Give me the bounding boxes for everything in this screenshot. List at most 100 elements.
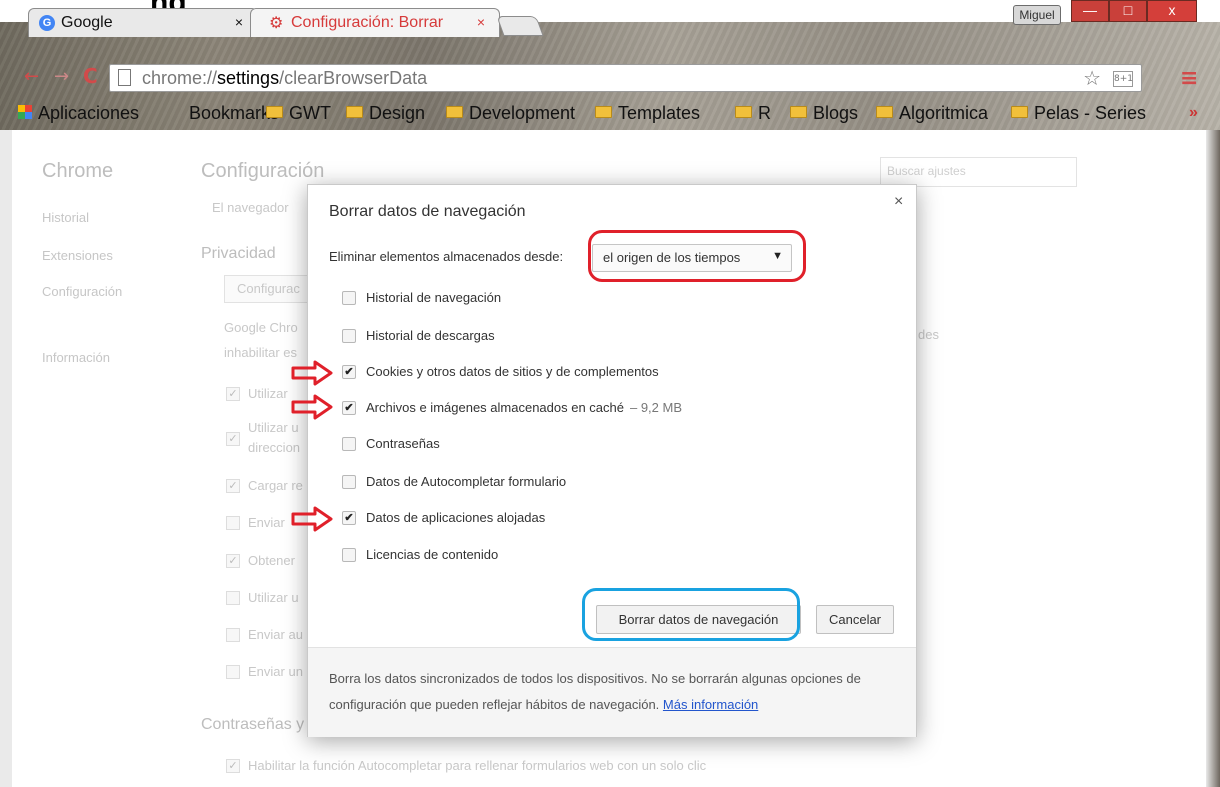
tab-close-icon[interactable]: × — [235, 14, 243, 30]
bookmark-folder-pelas-series[interactable]: Pelas - Series — [1011, 103, 1146, 124]
close-window-button[interactable]: x — [1147, 0, 1197, 22]
annotation-arrow-icon — [291, 506, 333, 532]
google-favicon-icon: G — [39, 15, 55, 31]
option-label: Historial de descargas — [366, 328, 495, 343]
setting-label: Enviar un — [248, 664, 303, 679]
bookmark-label: R — [758, 103, 771, 123]
tab-title: Google — [61, 14, 113, 31]
privacy-text-tail: des — [918, 327, 939, 342]
extension-icon[interactable]: 8+1 — [1113, 71, 1133, 87]
bookmark-aplicaciones[interactable]: Aplicaciones — [18, 103, 139, 124]
folder-icon — [446, 106, 463, 118]
option-label: Cookies y otros datos de sitios y de com… — [366, 364, 659, 379]
setting-label: Cargar re — [248, 478, 303, 493]
setting-checkbox[interactable]: ✓ — [226, 759, 240, 773]
checkbox[interactable] — [342, 291, 356, 305]
window-left-edge — [0, 130, 12, 787]
sidebar-title: Chrome — [42, 160, 114, 182]
back-arrow-icon[interactable]: ← — [24, 66, 39, 87]
setting-checkbox[interactable] — [226, 591, 240, 605]
folder-icon — [595, 106, 612, 118]
menu-icon[interactable]: ≡ — [1180, 66, 1198, 91]
url-text[interactable]: chrome://settings/clearBrowserData — [142, 68, 427, 89]
privacy-text-1: Google Chro — [224, 320, 298, 335]
sidebar-item-historial[interactable]: Historial — [42, 210, 89, 225]
annotation-arrow-icon — [291, 360, 333, 386]
passwords-heading: Contraseñas y — [201, 716, 305, 733]
setting-checkbox[interactable] — [226, 628, 240, 642]
address-bar[interactable]: chrome://settings/clearBrowserData ☆ 8+1 — [109, 64, 1142, 92]
bookmark-folder-algoritmica[interactable]: Algoritmica — [876, 103, 988, 124]
option-label: Historial de navegación — [366, 290, 502, 305]
sidebar-item-configuracion[interactable]: Configuración — [42, 284, 122, 299]
reload-icon[interactable]: C — [83, 64, 98, 88]
tab-close-icon[interactable]: × — [477, 14, 485, 30]
maximize-button[interactable]: □ — [1109, 0, 1147, 22]
bookmark-label: Pelas - Series — [1034, 103, 1147, 123]
bookmark-label: GWT — [289, 103, 331, 123]
bookmarks-more-icon[interactable]: » — [1189, 104, 1198, 122]
forward-arrow-icon[interactable]: → — [54, 66, 69, 87]
bookmark-folder-templates[interactable]: Templates — [595, 103, 700, 124]
url-host: settings — [217, 68, 280, 88]
new-tab-button[interactable] — [496, 16, 544, 36]
tab-google[interactable]: G Google × — [28, 8, 258, 37]
setting-label: Utilizar u — [248, 420, 299, 435]
bookmark-star-icon[interactable]: ☆ — [1083, 66, 1101, 90]
sidebar-item-informacion[interactable]: Información — [42, 350, 110, 365]
bookmark-label: Aplicaciones — [38, 103, 140, 123]
settings-intro: El navegador — [212, 200, 289, 215]
setting-label: Utilizar — [248, 386, 288, 401]
checkbox[interactable] — [342, 437, 356, 451]
folder-icon — [346, 106, 363, 118]
checkbox-checked[interactable]: ✔ — [342, 401, 356, 415]
checkbox[interactable] — [342, 548, 356, 562]
content-settings-button[interactable]: Configurac — [224, 275, 314, 303]
setting-checkbox[interactable] — [226, 665, 240, 679]
page-icon — [118, 69, 131, 86]
gear-icon: ⚙ — [269, 15, 284, 32]
setting-checkbox[interactable]: ✓ — [226, 554, 240, 568]
privacy-text-2: inhabilitar es — [224, 345, 297, 360]
dialog-footer: Borra los datos sincronizados de todos l… — [308, 647, 916, 737]
checkbox-checked[interactable]: ✔ — [342, 511, 356, 525]
setting-label: Enviar au — [248, 627, 303, 642]
minimize-button[interactable]: — — [1071, 0, 1109, 22]
setting-checkbox[interactable] — [226, 516, 240, 530]
sidebar-item-extensiones[interactable]: Extensiones — [42, 248, 113, 263]
apps-icon — [18, 105, 32, 119]
more-info-link[interactable]: Más información — [663, 697, 758, 712]
cache-size: – 9,2 MB — [629, 400, 683, 415]
checkbox[interactable] — [342, 475, 356, 489]
bookmark-folder-development[interactable]: Development — [446, 103, 575, 124]
search-settings-input[interactable]: Buscar ajustes — [880, 157, 1077, 187]
bookmark-label: Design — [369, 103, 426, 123]
folder-icon — [876, 106, 893, 118]
user-badge[interactable]: Miguel — [1013, 5, 1061, 25]
tab-title: Configuración: Borrar — [291, 14, 444, 31]
bookmark-folder-gwt[interactable]: GWT — [266, 103, 331, 124]
folder-icon — [790, 106, 807, 118]
setting-checkbox[interactable]: ✓ — [226, 432, 240, 446]
tab-configuracion[interactable]: ⚙ Configuración: Borrar × — [250, 8, 500, 37]
checkbox-checked[interactable]: ✔ — [342, 365, 356, 379]
folder-icon — [1011, 106, 1028, 118]
close-icon[interactable]: × — [894, 193, 903, 211]
option-label-text: Archivos e imágenes almacenados en caché — [366, 400, 624, 415]
bookmark-label: Algoritmica — [899, 103, 989, 123]
bookmark-folder-r[interactable]: R — [735, 103, 771, 124]
option-label: Datos de Autocompletar formulario — [366, 474, 567, 489]
cancel-button[interactable]: Cancelar — [816, 605, 894, 634]
setting-label: Enviar — [248, 515, 285, 530]
setting-checkbox[interactable]: ✓ — [226, 387, 240, 401]
option-label: Licencias de contenido — [366, 547, 499, 562]
folder-icon — [266, 106, 283, 118]
setting-checkbox[interactable]: ✓ — [226, 479, 240, 493]
option-label: Archivos e imágenes almacenados en caché… — [366, 400, 682, 415]
window-right-edge — [1206, 130, 1220, 787]
bookmark-folder-blogs[interactable]: Blogs — [790, 103, 858, 124]
bookmark-folder-design[interactable]: Design — [346, 103, 425, 124]
checkbox[interactable] — [342, 329, 356, 343]
setting-label: Obtener — [248, 553, 295, 568]
annotation-blue-oval — [582, 588, 800, 641]
